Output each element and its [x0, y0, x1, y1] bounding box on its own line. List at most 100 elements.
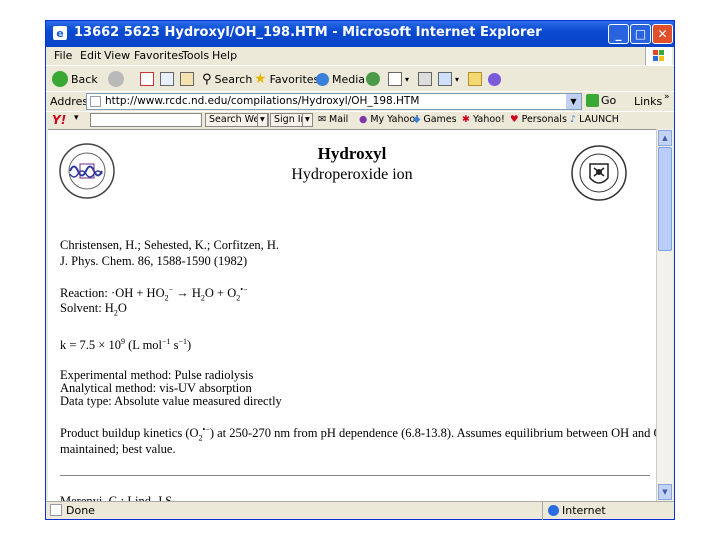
go-arrow-icon — [586, 94, 599, 107]
go-button[interactable]: Go — [586, 94, 616, 107]
forward-arrow-icon — [108, 71, 124, 87]
launch-icon: ♪ — [570, 114, 577, 125]
print-icon — [418, 72, 432, 86]
edit-button[interactable]: ▾ — [438, 68, 459, 90]
history-button[interactable] — [366, 68, 380, 90]
personals-link[interactable]: ♥ Personals — [510, 114, 567, 125]
scroll-up-icon[interactable]: ▲ — [658, 130, 672, 146]
games-label: Games — [423, 114, 457, 125]
media-button[interactable]: Media — [316, 68, 365, 90]
menu-tools[interactable]: Tools — [182, 49, 209, 62]
favorites-button[interactable]: ★ Favorites — [254, 68, 319, 90]
rate-constant: k = 7.5 × 109 (L mol−1 s−1) — [60, 337, 192, 353]
home-icon — [180, 72, 194, 86]
page-subtitle: Hydroperoxide ion — [291, 166, 413, 183]
messenger-button[interactable] — [488, 68, 501, 90]
yahoo-link[interactable]: ✱ Yahoo! — [462, 114, 505, 125]
mail-link-label: Mail — [329, 114, 349, 125]
reaction-label: Reaction: — [60, 286, 108, 301]
my-yahoo-icon: ● — [359, 114, 368, 125]
yahoo-small-icon: ✱ — [462, 114, 470, 125]
address-dropdown-icon[interactable]: ▼ — [566, 94, 581, 109]
home-button[interactable] — [180, 68, 194, 90]
journal-reference: J. Phys. Chem. 86, 1588-1590 (1982) — [60, 254, 248, 268]
edit-dropdown-icon: ▾ — [455, 74, 460, 84]
stop-icon — [140, 72, 154, 86]
rate-units: (L mol — [128, 338, 163, 353]
back-label: Back — [71, 72, 98, 86]
stop-button[interactable] — [140, 68, 154, 90]
favorites-label: Favorites — [269, 72, 320, 86]
mail-dropdown-icon: ▾ — [405, 74, 410, 84]
address-input[interactable]: http://www.rcdc.nd.edu/compilations/Hydr… — [86, 93, 582, 110]
rate-value: k = 7.5 × 10 — [60, 338, 121, 353]
menu-view[interactable]: View — [104, 49, 130, 62]
search-icon: ⚲ — [202, 71, 212, 87]
menu-help[interactable]: Help — [212, 49, 237, 62]
media-label: Media — [332, 72, 366, 86]
divider — [60, 475, 650, 476]
minimize-button[interactable]: _ — [608, 24, 629, 44]
svg-text:e: e — [56, 27, 63, 40]
maximize-button[interactable]: □ — [630, 24, 651, 44]
solvent-label: Solvent: H — [60, 301, 114, 315]
internet-zone-icon — [548, 505, 559, 516]
scroll-down-icon[interactable]: ▼ — [658, 484, 672, 500]
my-yahoo-link[interactable]: ● My Yahoo! — [359, 114, 419, 125]
star-icon: ★ — [254, 71, 267, 87]
personals-label: Personals — [521, 114, 567, 125]
comment-part-1: Product buildup kinetics (O — [60, 426, 199, 441]
print-button[interactable] — [418, 68, 432, 90]
edit-icon — [438, 72, 452, 86]
menu-edit[interactable]: Edit — [80, 49, 101, 62]
messenger-icon — [488, 72, 501, 86]
page-title: Hydroxyl — [317, 144, 387, 163]
yahoo-logo[interactable]: Y! — [52, 113, 66, 127]
reaction-text: ·OH + HO — [111, 286, 165, 301]
address-url: http://www.rcdc.nd.edu/compilations/Hydr… — [105, 95, 420, 107]
links-button[interactable]: Links — [634, 95, 662, 108]
reaction-end: O + O — [204, 286, 237, 301]
status-text: Done — [66, 504, 95, 517]
menu-favorites[interactable]: Favorites — [134, 49, 184, 62]
chevron-right-icon[interactable]: » — [664, 92, 670, 102]
done-page-icon — [50, 504, 62, 516]
refresh-button[interactable] — [160, 68, 174, 90]
yahoo-mail-link[interactable]: ✉ Mail — [318, 114, 348, 125]
comment-line-2: maintained; best value. — [60, 442, 176, 456]
menu-file[interactable]: File — [54, 49, 72, 62]
go-label: Go — [601, 94, 617, 107]
reaction: Reaction: ·OH + HO2− → H2O + O2•− — [60, 285, 248, 303]
back-button[interactable]: Back — [52, 68, 98, 90]
mail-button[interactable]: ▾ — [388, 68, 409, 90]
yahoo-dropdown-icon[interactable]: ▾ — [74, 113, 79, 123]
page-icon — [90, 96, 101, 107]
ie-logo-icon: e — [53, 26, 67, 40]
window-title: 13662 5623 Hydroxyl/OH_198.HTM - Microso… — [74, 25, 542, 40]
launch-label: LAUNCH — [579, 114, 619, 125]
search-button[interactable]: ⚲ Search — [202, 68, 252, 90]
back-arrow-icon — [52, 71, 68, 87]
solvent: Solvent: H2O — [60, 301, 127, 318]
search-web-dropdown[interactable]: ▾ — [257, 113, 268, 127]
scroll-thumb[interactable] — [658, 147, 672, 251]
launch-link[interactable]: ♪ LAUNCH — [570, 114, 619, 125]
solvent-end: O — [117, 301, 127, 315]
personals-icon: ♥ — [510, 114, 519, 125]
forward-button[interactable] — [108, 68, 124, 90]
zone-label: Internet — [562, 504, 606, 517]
folder-button[interactable] — [468, 68, 482, 90]
sign-in-dropdown[interactable]: ▾ — [302, 113, 313, 127]
my-yahoo-label: My Yahoo! — [370, 114, 419, 125]
data-type: Data type: Absolute value measured direc… — [60, 394, 282, 408]
yahoo-toolbar: Y! ▾ Search Web ▾ Sign In ▾ ✉ Mail ● My … — [46, 111, 674, 130]
close-button[interactable]: ✕ — [652, 24, 673, 44]
vertical-scrollbar[interactable]: ▲ ▼ — [656, 129, 673, 501]
yahoo-search-input[interactable] — [90, 113, 202, 127]
games-link[interactable]: ◆ Games — [413, 114, 457, 125]
mail-link-icon: ✉ — [318, 114, 326, 125]
browser-window: e 13662 5623 Hydroxyl/OH_198.HTM - Micro… — [45, 20, 675, 520]
page-content: Hydroxyl Hydroperoxide ion Christensen, … — [48, 129, 656, 502]
windows-flag-icon — [645, 47, 672, 65]
refresh-icon — [160, 72, 174, 86]
